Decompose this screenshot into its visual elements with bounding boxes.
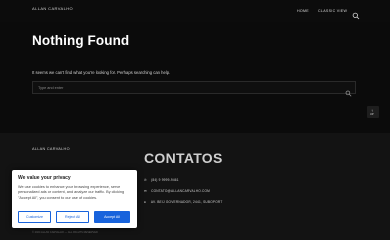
- site-header: ALLAN CARVALHO HOME CLASSIC VIEW: [0, 0, 390, 22]
- search-input[interactable]: [33, 82, 343, 93]
- search-submit-icon[interactable]: [345, 84, 352, 97]
- cookie-consent-banner: We value your privacy We use cookies to …: [12, 170, 137, 228]
- cookie-description: We use cookies to enhance your browsing …: [18, 185, 125, 200]
- contacts-heading: CONTATOS: [144, 150, 223, 166]
- site-logo[interactable]: ALLAN CARVALHO: [32, 6, 73, 11]
- contact-phone[interactable]: ✆ (84) 9 9999-9461: [144, 178, 179, 182]
- page-title: Nothing Found: [32, 33, 130, 48]
- contact-email[interactable]: ✉ CONTATO@ALLANCARVALHO.COM: [144, 189, 210, 193]
- contact-address-text: AV. BEIJ GOVERNADOR, 2441, SUBOPORT: [150, 200, 223, 204]
- not-found-message: It seems we can't find what you're looki…: [32, 70, 171, 75]
- contact-email-text: CONTATO@ALLANCARVALHO.COM: [151, 189, 211, 193]
- cookie-title: We value your privacy: [18, 175, 71, 181]
- nav-item-home[interactable]: HOME: [297, 9, 309, 13]
- copyright-text: © 2024 ALLAN CARVALHO — ALL RIGHTS RESER…: [32, 231, 98, 234]
- back-to-top-label: UP: [370, 113, 374, 116]
- contact-address[interactable]: ● AV. BEIJ GOVERNADOR, 2441, SUBOPORT: [144, 200, 223, 204]
- phone-icon: ✆: [144, 178, 147, 182]
- reject-all-button[interactable]: Reject All: [56, 211, 89, 223]
- contact-phone-text: (84) 9 9999-9461: [151, 178, 179, 182]
- back-to-top-button[interactable]: ↑ UP: [367, 106, 379, 118]
- footer-brand: ALLAN CARVALHO: [32, 147, 70, 151]
- search-form: [32, 81, 356, 97]
- nav-item-classic-view[interactable]: CLASSIC VIEW: [318, 9, 347, 13]
- customize-button[interactable]: Customize: [18, 211, 51, 223]
- accept-all-button[interactable]: Accept All: [94, 211, 130, 223]
- mail-icon: ✉: [144, 189, 147, 193]
- search-icon[interactable]: [352, 7, 360, 20]
- location-icon: ●: [144, 200, 147, 204]
